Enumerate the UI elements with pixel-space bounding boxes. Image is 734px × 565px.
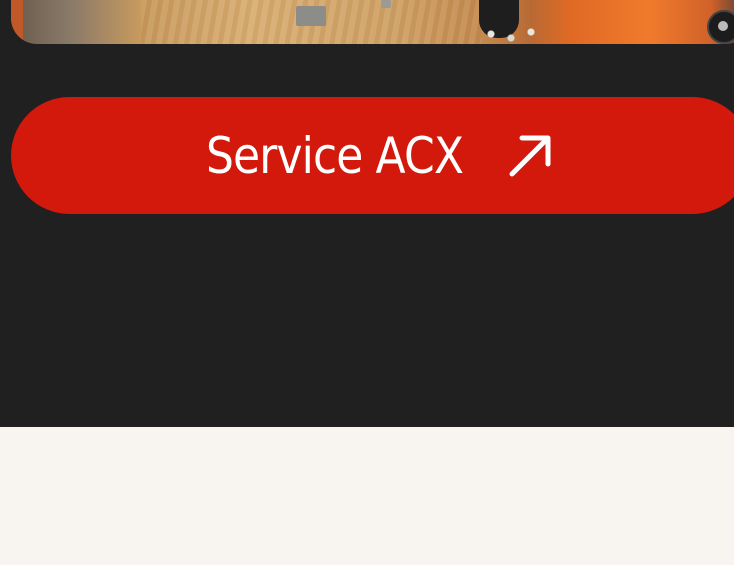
workshop-photo [11,0,734,44]
cta-label: Service ACX [206,126,464,185]
screws [481,24,551,44]
wheel [707,10,734,44]
metal-hinge [296,6,326,26]
metal-bracket [381,0,391,8]
dark-section: Service ACX [0,0,734,427]
service-acx-button[interactable]: Service ACX [11,97,734,214]
orange-case-edge [11,0,23,44]
light-section [0,427,734,565]
cta-content: Service ACX [206,97,551,214]
arrow-up-right-icon [509,135,551,177]
